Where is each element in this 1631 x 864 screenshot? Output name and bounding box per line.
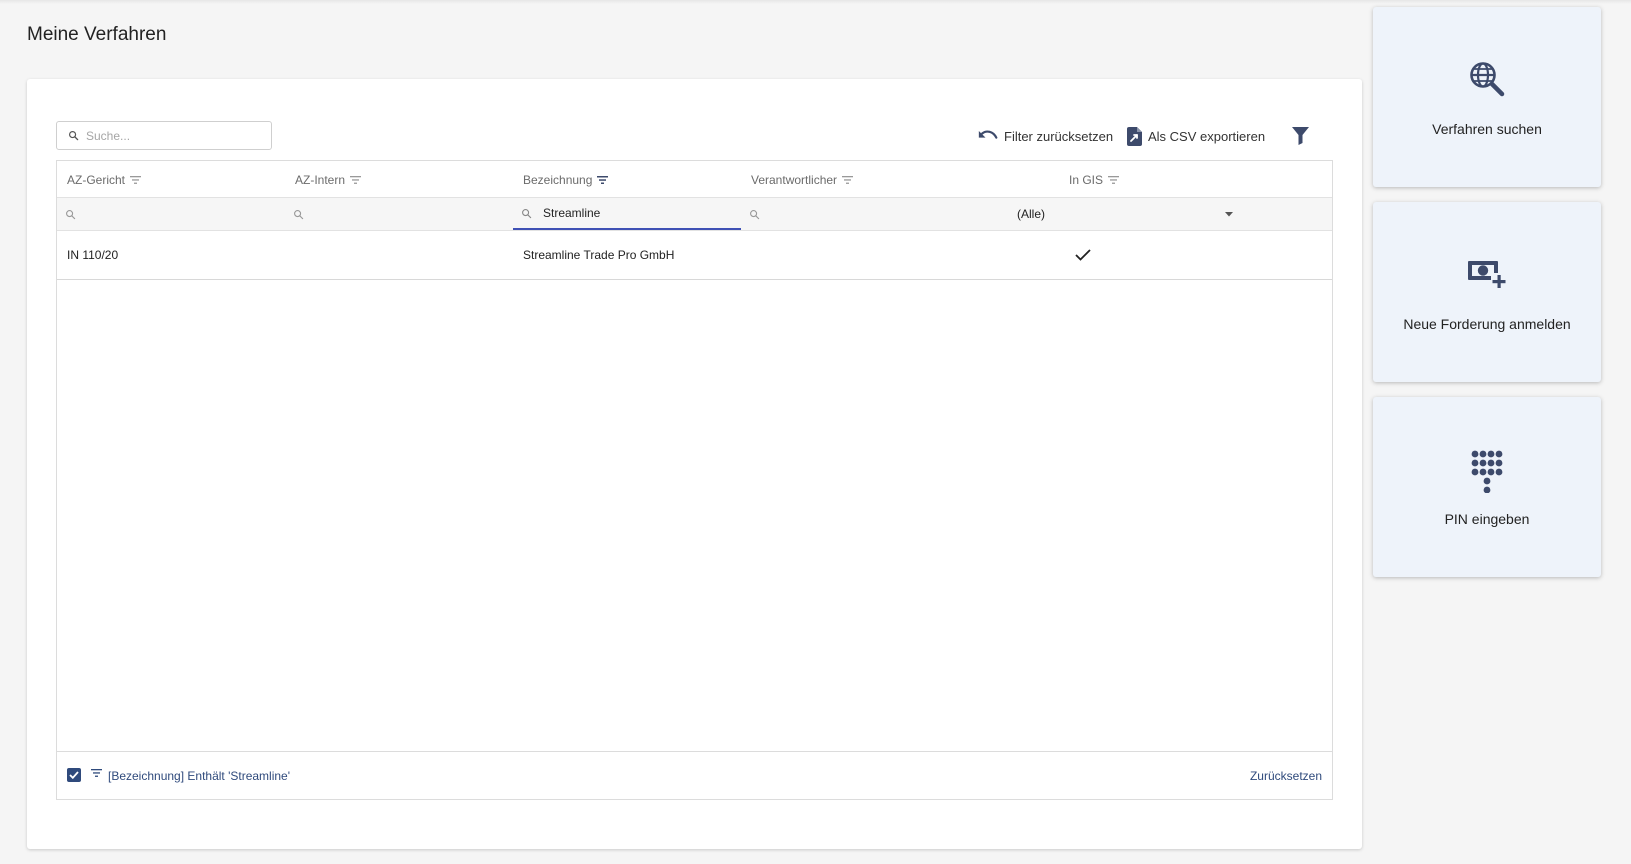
column-label: In GIS (1069, 172, 1104, 187)
top-shadow (0, 0, 1631, 4)
column-header-bezeichnung[interactable]: Bezeichnung (523, 161, 609, 198)
filter-reset-link[interactable]: Zurücksetzen (1250, 769, 1322, 783)
filter-cell-az-gericht[interactable] (65, 198, 285, 230)
column-header-verantwortlicher[interactable]: Verantwortlicher (751, 161, 854, 198)
money-add-icon (1468, 261, 1507, 289)
filter-lines-icon (91, 769, 102, 777)
undo-icon (978, 130, 998, 139)
column-label: AZ-Gericht (67, 172, 126, 187)
icon-wrap (1373, 254, 1601, 294)
filter-cell-verantwortlicher[interactable] (749, 198, 969, 230)
filter-input-bezeichnung[interactable] (543, 206, 713, 220)
filter-expression-text[interactable]: [Bezeichnung] Enthält 'Streamline' (108, 769, 290, 783)
column-label: Bezeichnung (523, 172, 593, 187)
grid-toolbar: Filter zurücksetzen Als CSV exportieren (27, 121, 1362, 151)
sort-lines-icon (1108, 175, 1120, 184)
filter-panel: [Bezeichnung] Enthält 'Streamline' Zurüc… (57, 751, 1332, 799)
sort-lines-icon (842, 175, 854, 184)
dialpad-icon (1471, 450, 1503, 493)
grid-header: AZ-Gericht AZ-Intern Bezeichnung Verantw… (57, 161, 1332, 198)
enter-pin-card[interactable]: PIN eingeben (1373, 397, 1601, 577)
register-claim-card[interactable]: Neue Forderung anmelden (1373, 202, 1601, 382)
sort-lines-icon (130, 175, 142, 184)
search-icon (66, 209, 76, 219)
register-claim-label: Neue Forderung anmelden (1403, 316, 1571, 332)
main-card: Filter zurücksetzen Als CSV exportieren … (27, 79, 1362, 849)
filter-input-az-gericht[interactable] (87, 207, 257, 221)
icon-wrap (1373, 59, 1601, 99)
export-csv-button[interactable]: Als CSV exportieren (1127, 121, 1265, 151)
column-header-az-intern[interactable]: AZ-Intern (295, 161, 362, 198)
search-icon (294, 209, 304, 219)
reset-filters-label: Filter zurücksetzen (1004, 128, 1114, 144)
cell-bezeichnung: Streamline Trade Pro GmbH (523, 248, 675, 262)
globe-search-icon (1470, 62, 1505, 97)
search-icon (750, 209, 760, 219)
column-label: AZ-Intern (295, 172, 346, 187)
table-row[interactable]: IN 110/20 Streamline Trade Pro GmbH (57, 231, 1332, 280)
reset-filters-button[interactable]: Filter zurücksetzen (978, 121, 1113, 151)
filter-select-in-gis[interactable]: (Alle) (1017, 198, 1237, 230)
export-csv-label: Als CSV exportieren (1148, 128, 1266, 144)
sort-lines-icon (350, 175, 362, 184)
filter-toggle-button[interactable] (1292, 121, 1309, 151)
filter-cell-bezeichnung[interactable] (513, 198, 741, 230)
sort-lines-active-icon (597, 175, 609, 184)
file-export-icon (1127, 126, 1142, 146)
filter-input-verantwortlicher[interactable] (771, 207, 941, 221)
column-header-az-gericht[interactable]: AZ-Gericht (67, 161, 142, 198)
search-proceedings-card[interactable]: Verfahren suchen (1373, 7, 1601, 187)
column-label: Verantwortlicher (751, 172, 838, 187)
check-icon (69, 771, 79, 779)
search-proceedings-label: Verfahren suchen (1432, 121, 1542, 137)
enter-pin-label: PIN eingeben (1444, 511, 1530, 527)
filter-icon (1292, 127, 1309, 145)
column-header-in-gis[interactable]: In GIS (1069, 161, 1120, 198)
filter-input-az-intern[interactable] (315, 207, 485, 221)
search-icon (522, 208, 532, 218)
cell-in-gis (1075, 231, 1091, 279)
icon-wrap (1373, 449, 1601, 493)
filter-enabled-checkbox[interactable] (67, 768, 81, 782)
page-title: Meine Verfahren (27, 24, 167, 45)
data-grid: AZ-Gericht AZ-Intern Bezeichnung Verantw… (56, 160, 1333, 800)
filter-row: (Alle) (57, 198, 1332, 231)
filter-select-value: (Alle) (1017, 207, 1046, 221)
checkmark-icon (1075, 249, 1091, 261)
filter-cell-az-intern[interactable] (293, 198, 513, 230)
caret-down-icon (1225, 211, 1233, 216)
cell-az-gericht: IN 110/20 (67, 248, 119, 262)
